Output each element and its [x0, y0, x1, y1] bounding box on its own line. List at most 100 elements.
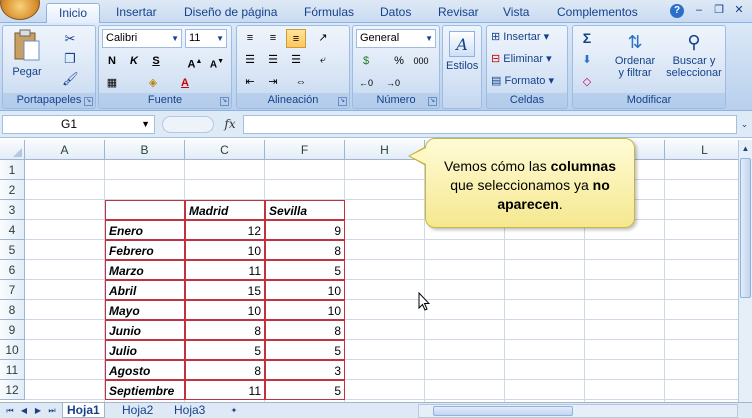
shrink-font-icon[interactable]: A▼	[207, 52, 227, 71]
row-header[interactable]: 11	[0, 360, 25, 380]
font-color-icon[interactable]: A	[175, 74, 195, 93]
table-cell-sevilla[interactable]: 9	[265, 220, 345, 240]
align-right-icon[interactable]: ☰	[286, 51, 306, 70]
formula-input[interactable]	[243, 115, 737, 134]
first-sheet-icon[interactable]: ⏮	[4, 404, 16, 418]
column-header-b[interactable]: B	[105, 140, 185, 160]
launcher-icon[interactable]: ↘	[84, 97, 93, 106]
row-header[interactable]: 12	[0, 380, 25, 400]
table-cell-sevilla[interactable]: 5	[265, 260, 345, 280]
wrap-text-icon[interactable]: ⤶	[313, 51, 333, 70]
table-cell-madrid[interactable]: 11	[185, 380, 265, 400]
select-all-corner[interactable]	[0, 140, 25, 160]
sheet-tab-hoja3[interactable]: Hoja3	[170, 403, 209, 418]
tab-formulas[interactable]: Fórmulas	[302, 3, 356, 23]
decrease-indent-icon[interactable]: ⇤	[240, 73, 260, 92]
merge-center-icon[interactable]: ⇔	[291, 73, 311, 92]
table-cell-sevilla[interactable]: 10	[265, 280, 345, 300]
row-header[interactable]: 5	[0, 240, 25, 260]
row-header[interactable]: 6	[0, 260, 25, 280]
insert-function-icon[interactable]: fx	[218, 115, 242, 134]
vertical-scrollbar[interactable]: ▲	[738, 140, 752, 402]
number-format-select[interactable]: General ▼	[356, 29, 436, 48]
tab-complementos[interactable]: Complementos	[555, 3, 640, 23]
table-header-cell[interactable]	[105, 200, 185, 220]
horizontal-scroll-thumb[interactable]	[433, 406, 573, 416]
horizontal-scrollbar[interactable]	[418, 404, 738, 418]
table-cell-month[interactable]: Julio	[105, 340, 185, 360]
launcher-icon[interactable]: ↘	[220, 97, 229, 106]
formula-bar-splitter[interactable]	[162, 116, 214, 133]
insert-cells-button[interactable]: ⊞ Insertar ▾	[491, 30, 549, 43]
italic-button[interactable]: K	[124, 52, 144, 71]
format-cells-button[interactable]: ▤ Formato ▾	[491, 74, 554, 87]
insert-sheet-icon[interactable]: ✦	[226, 404, 242, 418]
format-painter-icon[interactable]: 🖌	[61, 70, 79, 87]
paste-button[interactable]: Pegar	[7, 28, 47, 88]
table-cell-madrid[interactable]: 12	[185, 220, 265, 240]
orientation-icon[interactable]: ↗	[313, 29, 333, 48]
column-header-a[interactable]: A	[25, 140, 105, 160]
align-bottom-icon[interactable]: ≡	[286, 29, 306, 48]
table-cell-sevilla[interactable]: 10	[265, 300, 345, 320]
vertical-scroll-thumb[interactable]	[740, 158, 751, 298]
table-cell-month[interactable]: Junio	[105, 320, 185, 340]
table-cell-month[interactable]: Agosto	[105, 360, 185, 380]
clear-icon[interactable]: ◇	[577, 73, 597, 92]
bold-button[interactable]: N	[102, 52, 122, 71]
autosum-icon[interactable]: Σ	[577, 29, 597, 48]
fill-icon[interactable]: ⬇	[577, 51, 597, 70]
row-header[interactable]: 3	[0, 200, 25, 220]
sheet-tab-hoja1[interactable]: Hoja1	[62, 403, 105, 418]
row-header[interactable]: 2	[0, 180, 25, 200]
fill-color-icon[interactable]: ◈	[143, 74, 163, 93]
restore-icon[interactable]: ❐	[712, 3, 726, 17]
column-header-l[interactable]: L	[665, 140, 738, 160]
scroll-up-icon[interactable]: ▲	[739, 142, 752, 156]
row-header[interactable]: 7	[0, 280, 25, 300]
font-name-select[interactable]: Calibri ▼	[102, 29, 182, 48]
next-sheet-icon[interactable]: ▶	[32, 404, 44, 418]
table-cell-madrid[interactable]: 10	[185, 300, 265, 320]
table-cell-madrid[interactable]: 11	[185, 260, 265, 280]
table-header-cell[interactable]: Sevilla	[265, 200, 345, 220]
help-icon[interactable]: ?	[670, 4, 684, 18]
close-icon[interactable]: ✕	[732, 3, 746, 17]
align-left-icon[interactable]: ☰	[240, 51, 260, 70]
tab-revisar[interactable]: Revisar	[436, 3, 481, 23]
underline-button[interactable]: S	[146, 52, 166, 71]
sheet-tab-hoja2[interactable]: Hoja2	[118, 403, 157, 418]
last-sheet-icon[interactable]: ⏭	[46, 404, 58, 418]
align-middle-icon[interactable]: ≡	[263, 29, 283, 48]
font-size-select[interactable]: 11 ▼	[185, 29, 227, 48]
row-header[interactable]: 8	[0, 300, 25, 320]
prev-sheet-icon[interactable]: ◀	[18, 404, 30, 418]
table-cell-month[interactable]: Septiembre	[105, 380, 185, 400]
name-box[interactable]: G1 ▼	[2, 115, 155, 134]
expand-formula-icon[interactable]: ⌄	[738, 115, 751, 134]
decrease-decimal-icon[interactable]: →0	[383, 74, 403, 93]
grow-font-icon[interactable]: A▲	[185, 52, 205, 71]
column-header-f[interactable]: F	[265, 140, 345, 160]
table-cell-sevilla[interactable]: 8	[265, 240, 345, 260]
align-center-icon[interactable]: ☰	[263, 51, 283, 70]
table-cell-madrid[interactable]: 5	[185, 340, 265, 360]
tab-diseno-pagina[interactable]: Diseño de página	[182, 3, 279, 23]
increase-indent-icon[interactable]: ⇥	[263, 73, 283, 92]
row-header[interactable]: 1	[0, 160, 25, 180]
minimize-icon[interactable]: –	[692, 3, 706, 17]
sort-filter-button[interactable]: ⇅ Ordenar y filtrar	[609, 28, 661, 92]
borders-icon[interactable]: ▦	[102, 74, 122, 93]
tab-insertar[interactable]: Insertar	[114, 3, 159, 23]
launcher-icon[interactable]: ↘	[338, 97, 347, 106]
tab-datos[interactable]: Datos	[378, 3, 413, 23]
table-cell-madrid[interactable]: 15	[185, 280, 265, 300]
align-top-icon[interactable]: ≡	[240, 29, 260, 48]
table-cell-month[interactable]: Marzo	[105, 260, 185, 280]
styles-button[interactable]: A Estilos	[445, 30, 479, 90]
increase-decimal-icon[interactable]: ←0	[356, 74, 376, 93]
table-cell-madrid[interactable]: 8	[185, 320, 265, 340]
tab-inicio[interactable]: Inicio	[46, 3, 101, 23]
office-button[interactable]	[0, 0, 40, 20]
row-header[interactable]: 4	[0, 220, 25, 240]
